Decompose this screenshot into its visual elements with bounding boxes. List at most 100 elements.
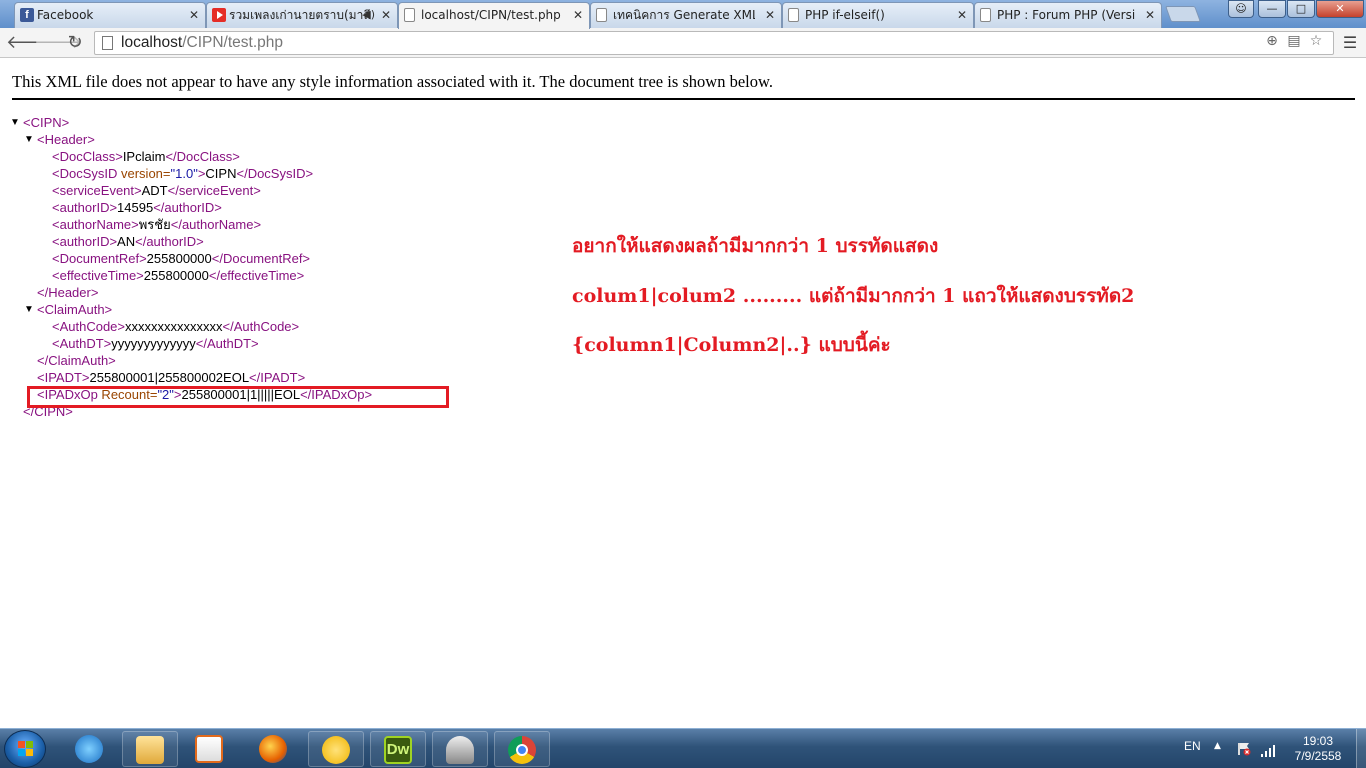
xml-authorid: <authorID>14595</authorID> [52, 200, 222, 215]
taskbar-scanner[interactable] [432, 731, 488, 767]
zoom-icon[interactable]: ⊕ [1261, 33, 1283, 49]
tab-youtube[interactable]: รวมเพลงเก่านายตราบ(มาลี ◀) ✕ [206, 2, 398, 28]
tab-title: PHP : Forum PHP (Version [997, 8, 1135, 22]
close-tab-icon[interactable]: ✕ [1145, 3, 1155, 27]
taskbar-firefox[interactable] [246, 731, 302, 767]
reload-icon: ↻ [67, 32, 83, 53]
minimize-icon: — [1266, 2, 1278, 15]
page-icon [980, 8, 991, 22]
start-button[interactable] [4, 730, 46, 768]
firefox-icon [259, 735, 287, 763]
page-icon [404, 8, 415, 22]
xml-claimauth-close: </ClaimAuth> [37, 353, 116, 368]
xml-authcode: <AuthCode>xxxxxxxxxxxxxxx</AuthCode> [52, 319, 300, 334]
tab-title: รวมเพลงเก่านายตราบ(มาลี [229, 8, 371, 22]
user-profile-button[interactable]: ☺ [1228, 0, 1254, 18]
tab-localhost[interactable]: localhost/CIPN/test.php ✕ [398, 2, 590, 29]
xml-style-notice: This XML file does not appear to have an… [12, 72, 773, 91]
maximize-icon: □ [1295, 2, 1307, 15]
tab-title: เทคนิคการ Generate XML ดี [613, 8, 755, 22]
reload-button[interactable]: ↻ [64, 32, 86, 54]
xml-docsysid: <DocSysID version="1.0">CIPN</DocSysID> [52, 166, 314, 181]
url-path: /CIPN/test.php [182, 34, 283, 51]
close-tab-icon[interactable]: ✕ [957, 3, 967, 27]
tab-facebook[interactable]: f Facebook ✕ [14, 2, 206, 28]
close-tab-icon[interactable]: ✕ [189, 3, 199, 27]
taskbar-file-explorer[interactable] [122, 731, 178, 767]
page-viewport: This XML file does not appear to have an… [0, 59, 1366, 728]
taskbar-dreamweaver[interactable]: Dw [370, 731, 426, 767]
annotation-line-3: {column1|Column2|..} แบบนี้ค่ะ [572, 334, 891, 356]
tab-strip: f Facebook ✕ รวมเพลงเก่านายตราบ(มาลี ◀) … [0, 0, 1366, 29]
xml-ipadt: <IPADT>255800001|255800002EOL</IPADT> [37, 370, 306, 385]
file-explorer-icon [136, 736, 164, 764]
dreamweaver-icon: Dw [384, 736, 412, 764]
annotation-line-2: colum1|colum2 ......... แต่ถ้ามีมากกว่า … [572, 285, 1135, 307]
messenger-icon [322, 736, 350, 764]
speaker-icon[interactable]: ◀) [362, 3, 375, 27]
collapse-triangle-icon[interactable]: ▼ [10, 114, 20, 131]
youtube-icon [212, 8, 226, 22]
close-tab-icon[interactable]: ✕ [765, 3, 775, 27]
page-icon [788, 8, 799, 22]
xml-header-open: <Header> [37, 132, 95, 147]
forward-button[interactable]: 🡒 [34, 32, 82, 54]
minimize-button[interactable]: — [1258, 0, 1286, 18]
tab-php-forum[interactable]: PHP : Forum PHP (Version ✕ [974, 2, 1162, 28]
scanner-icon [446, 736, 474, 764]
media-player-icon [195, 735, 223, 763]
windows-taskbar: Dw EN ▲ 19:03 7/9/2558 [0, 728, 1366, 768]
new-tab-button[interactable] [1165, 6, 1201, 22]
url-text[interactable]: localhost/CIPN/test.php [121, 34, 283, 52]
xml-authorname: <authorName>พรชัย</authorName> [52, 217, 262, 232]
back-button[interactable]: 🡐 [6, 32, 54, 54]
chrome-menu-icon[interactable]: ☰ [1340, 33, 1360, 52]
internet-explorer-icon [75, 735, 103, 763]
user-icon: ☺ [1235, 2, 1247, 15]
xml-claimauth-open: <ClaimAuth> [37, 302, 113, 317]
tab-title: localhost/CIPN/test.php [421, 8, 561, 22]
taskbar-media-player[interactable] [182, 731, 238, 767]
system-clock[interactable]: 19:03 7/9/2558 [1290, 734, 1346, 764]
taskbar-chrome[interactable] [494, 731, 550, 767]
xml-effectivetime: <effectiveTime>255800000</effectiveTime> [52, 268, 305, 283]
xml-docclass: <DocClass>IPclaim</DocClass> [52, 149, 240, 164]
collapse-triangle-icon[interactable]: ▼ [24, 131, 34, 148]
xml-cipn-open: <CIPN> [23, 115, 70, 130]
show-desktop-button[interactable] [1356, 729, 1366, 768]
taskbar-messenger[interactable] [308, 731, 364, 767]
page-icon [102, 36, 113, 50]
facebook-icon: f [20, 8, 34, 22]
maximize-button[interactable]: □ [1287, 0, 1315, 18]
address-bar[interactable]: localhost/CIPN/test.php ⊕ ▤ ☆ [94, 31, 1334, 55]
close-window-button[interactable]: ✕ [1316, 0, 1364, 18]
annotation-line-1: อยากให้แสดงผลถ้ามีมากกว่า 1 บรรทัดแสดง [572, 235, 939, 257]
star-icon[interactable]: ☆ [1305, 33, 1327, 49]
close-tab-icon[interactable]: ✕ [381, 3, 391, 27]
tab-title: Facebook [37, 8, 94, 22]
translate-icon[interactable]: ▤ [1283, 33, 1305, 49]
xml-documentref: <DocumentRef>255800000</DocumentRef> [52, 251, 311, 266]
close-tab-icon[interactable]: ✕ [573, 3, 583, 27]
divider [12, 98, 1355, 100]
xml-header-close: </Header> [37, 285, 99, 300]
show-hidden-icons-icon[interactable]: ▲ [1214, 741, 1221, 751]
browser-toolbar: 🡐 🡒 ↻ localhost/CIPN/test.php ⊕ ▤ ☆ ☰ [0, 28, 1366, 58]
xml-authdt: <AuthDT>yyyyyyyyyyyyy</AuthDT> [52, 336, 259, 351]
chrome-icon [508, 736, 536, 764]
network-signal-icon[interactable] [1260, 742, 1276, 757]
close-icon: ✕ [1335, 2, 1345, 15]
windows-logo-icon [18, 741, 34, 757]
clock-time: 19:03 [1302, 734, 1334, 748]
url-host: localhost [121, 34, 183, 51]
taskbar-internet-explorer[interactable] [62, 731, 118, 767]
tab-generate-xml[interactable]: เทคนิคการ Generate XML ดี ✕ [590, 2, 782, 28]
language-indicator[interactable]: EN [1184, 739, 1201, 753]
xml-serviceevent: <serviceEvent>ADT</serviceEvent> [52, 183, 261, 198]
collapse-triangle-icon[interactable]: ▼ [24, 301, 34, 318]
tab-php-elseif[interactable]: PHP if-elseif() ✕ [782, 2, 974, 28]
page-icon [596, 8, 607, 22]
red-highlight-box [27, 386, 449, 408]
action-center-flag-icon[interactable] [1237, 741, 1251, 756]
tab-title: PHP if-elseif() [805, 8, 885, 22]
